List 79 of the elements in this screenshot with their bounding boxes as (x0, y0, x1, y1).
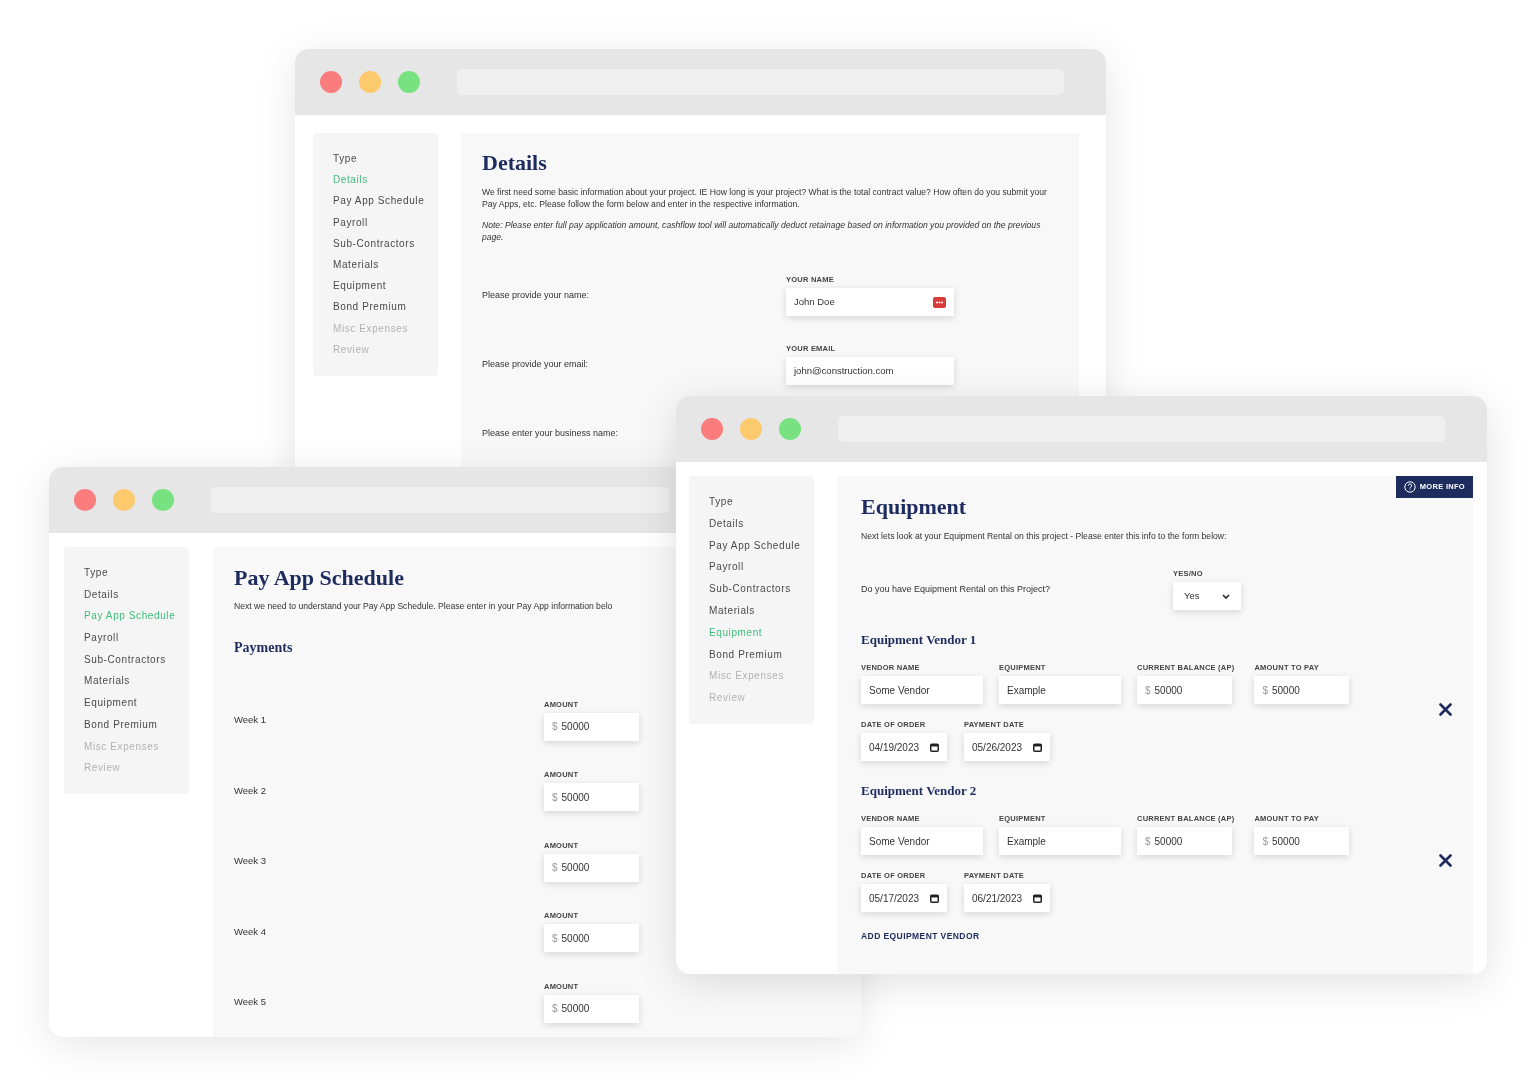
chevron-down-icon (1222, 593, 1230, 599)
sidebar-item[interactable]: Materials (333, 258, 379, 271)
sidebar-item[interactable]: Details (709, 517, 744, 530)
vendor-heading: Equipment Vendor 2 (861, 783, 977, 799)
calendar-icon[interactable] (930, 893, 939, 903)
vendor-heading: Equipment Vendor 1 (861, 632, 977, 648)
field-prompt: Please enter your business name: (482, 426, 619, 440)
date-field[interactable]: 06/21/2023 (964, 884, 1050, 912)
remove-icon[interactable] (1439, 703, 1452, 716)
week-label: Week 2 (234, 783, 267, 798)
help-icon (1403, 481, 1416, 493)
note-text: Note: Please enter full pay application amount, cashflow tool will automatically deduct retainage based on information you provided on the previous page. (482, 219, 1042, 243)
sidebar-item[interactable]: Details (84, 588, 119, 601)
add-vendor-link[interactable]: ADD EQUIPMENT VENDOR (861, 930, 980, 943)
sidebar-item[interactable]: Payroll (709, 561, 744, 574)
text-field[interactable]: Some Vendor (861, 827, 983, 855)
text-field[interactable]: Example (999, 676, 1121, 704)
yes-no-select[interactable]: Yes (1173, 582, 1241, 610)
remove-icon[interactable] (1439, 854, 1452, 867)
sidebar-item[interactable]: Sub-Contractors (709, 583, 791, 596)
week-label: Week 4 (234, 924, 267, 939)
week-label: Week 3 (234, 854, 267, 869)
sidebar-item[interactable]: Equipment (84, 697, 138, 710)
sidebar-item[interactable]: Equipment (333, 280, 387, 293)
amount-field[interactable]: $ 50000 (544, 712, 639, 741)
maximize-button[interactable] (779, 418, 801, 440)
sidebar-item[interactable]: Materials (84, 675, 130, 688)
amount-field[interactable]: $ 50000 (1137, 676, 1232, 704)
page-title: Pay App Schedule (234, 565, 404, 591)
sidebar-item[interactable]: Bond Premium (84, 718, 158, 731)
date-field[interactable]: 05/17/2023 (861, 884, 947, 912)
field-prompt: Please provide your email: (482, 357, 589, 371)
amount-field[interactable]: $ 50000 (1254, 827, 1350, 855)
calendar-icon[interactable] (930, 742, 939, 752)
amount-field[interactable]: $ 50000 (544, 994, 639, 1023)
sidebar-item[interactable]: Payroll (84, 632, 119, 645)
close-button[interactable] (74, 489, 96, 511)
calendar-icon[interactable] (1033, 742, 1042, 752)
sidebar-item[interactable]: Type (333, 153, 358, 165)
text-field[interactable]: Some Vendor (861, 676, 983, 704)
sidebar-item[interactable]: Type (84, 567, 109, 579)
minimize-button[interactable] (113, 489, 135, 511)
amount-field[interactable]: $ 50000 (1254, 676, 1350, 704)
sidebar-item[interactable]: Sub-Contractors (333, 237, 415, 250)
intro-text: Next lets look at your Equipment Rental on this project - Please enter this info to the form below: (861, 530, 1227, 542)
intro-text: We first need some basic information about your project. IE How long is your project? What is the total contract value? How often do you submit your Pay Apps, etc. Please follow the form below and enter in the respective information. (482, 186, 1048, 210)
sidebar-item[interactable]: Bond Premium (709, 648, 783, 661)
amount-field[interactable]: $ 50000 (544, 853, 639, 882)
section-heading: Payments (234, 639, 293, 657)
sidebar-item[interactable]: Payroll (333, 216, 368, 229)
maximize-button[interactable] (398, 71, 420, 93)
maximize-button[interactable] (152, 489, 174, 511)
sidebar-item[interactable]: Pay App Schedule (333, 195, 425, 208)
date-field[interactable]: 04/19/2023 (861, 733, 947, 761)
sidebar-item[interactable]: Sub-Contractors (84, 653, 166, 666)
field-prompt: Do you have Equipment Rental on this Project? (861, 582, 1051, 596)
amount-field[interactable]: $ 50000 (1137, 827, 1232, 855)
page-title: Details (482, 150, 547, 176)
close-button[interactable] (320, 71, 342, 93)
minimize-button[interactable] (359, 71, 381, 93)
text-field[interactable]: Example (999, 827, 1121, 855)
page-title: Equipment (861, 494, 967, 520)
text-field[interactable]: john@construction.com (786, 357, 954, 385)
minimize-button[interactable] (740, 418, 762, 440)
field-prompt: Please provide your name: (482, 288, 590, 302)
text-field[interactable]: John Doe (786, 288, 954, 316)
sidebar-item[interactable]: Materials (709, 605, 755, 617)
amount-field[interactable]: $ 50000 (544, 783, 639, 812)
sidebar-item[interactable]: Type (709, 496, 734, 508)
amount-field[interactable]: $ 50000 (544, 924, 639, 953)
date-field[interactable]: 05/26/2023 (964, 733, 1050, 761)
week-label: Week 5 (234, 995, 267, 1010)
close-button[interactable] (701, 418, 723, 440)
password-manager-icon[interactable] (933, 296, 946, 308)
week-label: Week 1 (234, 713, 267, 728)
calendar-icon[interactable] (1033, 893, 1042, 903)
intro-text: Next we need to understand your Pay App Schedule. Please enter in your Pay App information belo (234, 600, 613, 612)
sidebar-item[interactable]: Bond Premium (333, 301, 407, 314)
sidebar-item[interactable]: Pay App Schedule (709, 539, 801, 552)
